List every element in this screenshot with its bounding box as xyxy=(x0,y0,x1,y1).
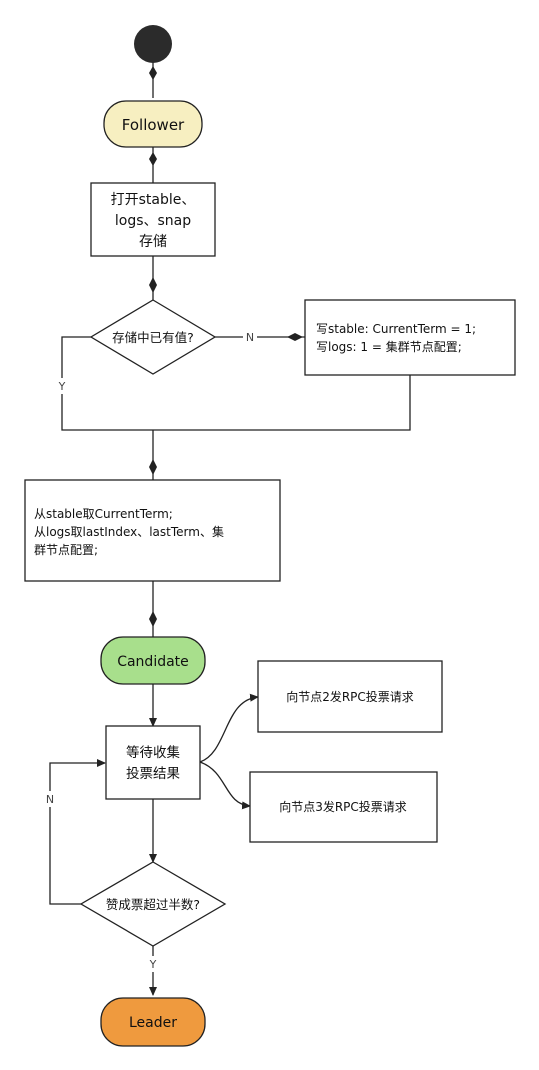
majority-label: 赞成票超过半数? xyxy=(106,897,200,912)
edge-wait-node3 xyxy=(199,761,251,810)
edge-label-has-value-yes: Y xyxy=(58,380,66,393)
diamond-head-merge xyxy=(149,459,157,475)
diamond-head-read-state-bottom xyxy=(149,611,157,627)
edge-write-init-merge xyxy=(153,375,411,431)
write-init-node xyxy=(304,299,516,376)
diamond-head-open-store-bottom xyxy=(149,277,157,293)
vote-node3-label: 向节点3发RPC投票请求 xyxy=(279,799,407,814)
open-store-line-3: 存储 xyxy=(139,234,167,250)
read-state-line-3: 群节点配置; xyxy=(34,543,98,557)
flowchart: N Y N Y Follower 打开stable、 logs、snap 存储 … xyxy=(24,25,516,1047)
start-node xyxy=(134,25,172,63)
wait-votes-line-2: 投票结果 xyxy=(126,766,180,782)
edge-wait-node2 xyxy=(199,693,259,763)
open-store-line-2: logs、snap xyxy=(115,213,191,229)
read-state-line-2: 从logs取lastIndex、lastTerm、集 xyxy=(34,524,224,539)
wait-votes-node xyxy=(105,725,201,800)
follower-label: Follower xyxy=(122,116,185,134)
write-init-line-1: 写stable: CurrentTerm = 1; xyxy=(316,322,476,336)
edge-majority-no-loop xyxy=(49,759,106,905)
edge-label-has-value-no: N xyxy=(246,331,254,344)
wait-votes-line-1: 等待收集 xyxy=(126,744,180,761)
diamond-head-write-init xyxy=(287,333,303,341)
has-value-label: 存储中已有值? xyxy=(112,330,194,345)
edge-label-majority-no: N xyxy=(46,793,54,806)
diamond-head-follower-bottom xyxy=(149,152,157,166)
candidate-label: Candidate xyxy=(117,654,189,670)
write-init-line-2: 写logs: 1 = 集群节点配置; xyxy=(316,339,462,354)
diamond-head-follower-top xyxy=(149,66,157,80)
edge-label-majority-yes: Y xyxy=(149,958,157,971)
open-store-line-1: 打开stable、 xyxy=(111,191,196,208)
read-state-line-1: 从stable取CurrentTerm; xyxy=(34,507,173,521)
vote-node2-label: 向节点2发RPC投票请求 xyxy=(286,689,414,704)
leader-label: Leader xyxy=(129,1015,177,1031)
